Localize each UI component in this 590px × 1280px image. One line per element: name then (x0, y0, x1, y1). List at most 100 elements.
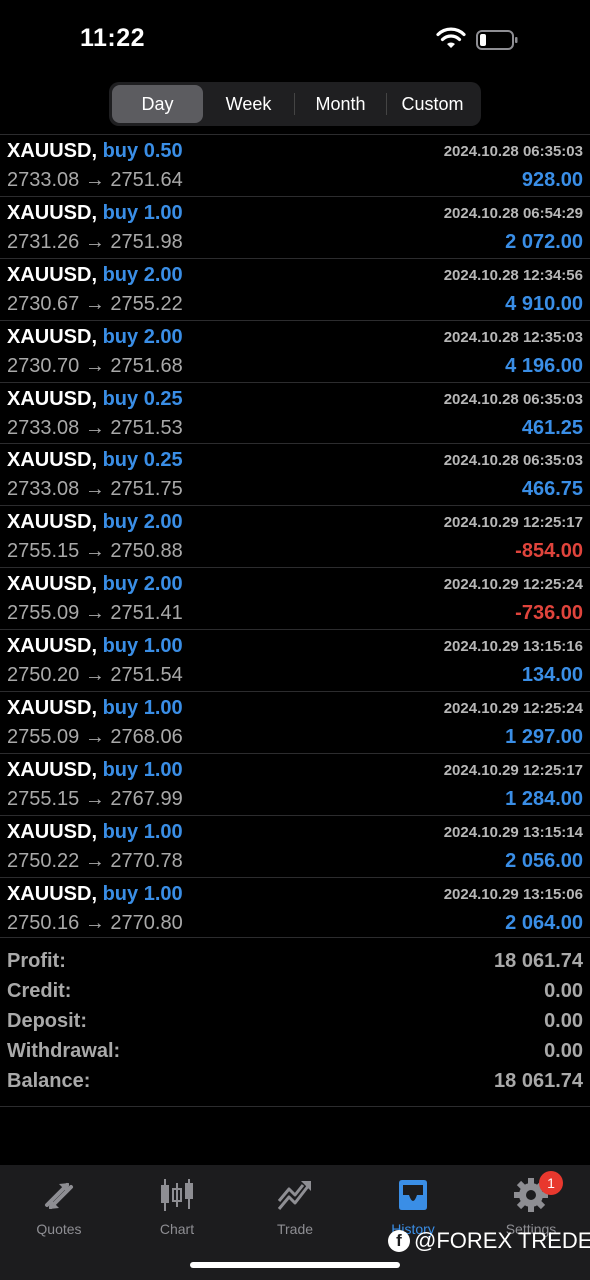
deal-symbol: XAUUSD, (7, 201, 98, 224)
deal-row[interactable]: XAUUSD, buy 1.00 2024.10.29 13:15:06 275… (0, 876, 590, 939)
battery-icon (476, 30, 518, 50)
deal-row[interactable]: XAUUSD, buy 2.00 2024.10.28 12:34:56 273… (0, 257, 590, 320)
deal-row[interactable]: XAUUSD, buy 0.25 2024.10.28 06:35:03 273… (0, 443, 590, 505)
deal-profit: -736.00 (515, 602, 583, 625)
wifi-icon (436, 27, 466, 48)
deal-prices: 2750.16 → 2770.80 (7, 911, 183, 934)
summary-value: 0.00 (544, 1040, 583, 1063)
deal-profit: -854.00 (515, 540, 583, 563)
deal-symbol: XAUUSD, (7, 263, 98, 286)
deal-side: buy 2.00 (102, 325, 183, 348)
summary-profit-row: Profit: 18 061.74 (0, 946, 590, 976)
deal-symbol: XAUUSD, (7, 758, 98, 781)
deal-symbol: XAUUSD, (7, 449, 98, 472)
summary-label: Deposit: (7, 1009, 87, 1032)
summary-label: Balance: (7, 1070, 91, 1093)
deal-row[interactable]: XAUUSD, buy 1.00 2024.10.29 13:15:16 275… (0, 629, 590, 691)
chart-icon (161, 1179, 193, 1211)
deal-time: 2024.10.29 13:15:14 (443, 823, 583, 841)
history-icon (399, 1180, 427, 1210)
trade-icon (277, 1181, 311, 1210)
summary-withdrawal-row: Withdrawal: 0.00 (0, 1037, 590, 1067)
deal-time: 2024.10.28 12:34:56 (443, 266, 583, 284)
tab-quotes[interactable]: Quotes (0, 1165, 118, 1280)
deal-side: buy 1.00 (102, 697, 183, 720)
tab-month[interactable]: Month (295, 85, 386, 123)
deal-side: buy 1.00 (102, 820, 183, 843)
deal-symbol: XAUUSD, (7, 820, 98, 843)
summary-value: 0.00 (544, 979, 583, 1002)
deal-time: 2024.10.29 12:25:17 (443, 761, 583, 779)
deal-row[interactable]: XAUUSD, buy 0.50 2024.10.28 06:35:03 273… (0, 134, 590, 196)
deal-time: 2024.10.28 06:35:03 (443, 390, 583, 408)
deal-prices: 2755.09 → 2751.41 (7, 602, 183, 625)
tab-label: Quotes (36, 1221, 82, 1237)
summary-value: 18 061.74 (494, 1070, 583, 1093)
deal-profit: 461.25 (521, 416, 583, 439)
summary-credit-row: Credit: 0.00 (0, 976, 590, 1006)
deal-time: 2024.10.29 13:15:06 (443, 885, 583, 903)
deal-prices: 2755.15 → 2767.99 (7, 787, 183, 810)
summary-value: 0.00 (544, 1009, 583, 1032)
deal-prices: 2733.08 → 2751.75 (7, 478, 183, 501)
tab-week[interactable]: Week (203, 85, 294, 123)
deal-symbol: XAUUSD, (7, 573, 98, 596)
deal-prices: 2750.20 → 2751.54 (7, 664, 183, 687)
deal-prices: 2730.70 → 2751.68 (7, 354, 183, 377)
deal-row[interactable]: XAUUSD, buy 1.00 2024.10.29 13:15:14 275… (0, 814, 590, 877)
deal-profit: 466.75 (521, 478, 583, 501)
deal-profit: 2 064.00 (505, 911, 583, 934)
deal-row[interactable]: XAUUSD, buy 2.00 2024.10.29 12:25:17 275… (0, 505, 590, 567)
deal-prices: 2731.26 → 2751.98 (7, 230, 183, 253)
deal-prices: 2750.22 → 2770.78 (7, 849, 183, 872)
deal-time: 2024.10.28 06:35:03 (443, 452, 583, 470)
deal-row[interactable]: XAUUSD, buy 1.00 2024.10.29 12:25:24 275… (0, 691, 590, 753)
deal-side: buy 1.00 (102, 201, 183, 224)
tab-day[interactable]: Day (112, 85, 203, 123)
deal-time: 2024.10.28 06:54:29 (443, 204, 583, 222)
deal-prices: 2733.08 → 2751.53 (7, 416, 183, 439)
deal-symbol: XAUUSD, (7, 140, 98, 162)
deal-side: buy 0.25 (102, 387, 183, 410)
tab-settings[interactable]: Settings 1 (472, 1165, 590, 1280)
summary-balance-row: Balance: 18 061.74 (0, 1067, 590, 1097)
watermark-text: @FOREX TREDER (414, 1228, 590, 1253)
period-segmented-control: Day Week Month Custom (109, 82, 481, 126)
deal-symbol: XAUUSD, (7, 635, 98, 658)
quotes-icon (45, 1183, 73, 1209)
deal-side: buy 0.25 (102, 449, 183, 472)
deal-profit: 928.00 (521, 169, 583, 191)
deal-prices: 2730.67 → 2755.22 (7, 292, 183, 315)
tab-label: Chart (159, 1221, 195, 1237)
tab-label: Trade (276, 1221, 314, 1237)
deal-row[interactable]: XAUUSD, buy 1.00 2024.10.28 06:54:29 273… (0, 195, 590, 258)
facebook-icon: f (388, 1230, 410, 1252)
tab-custom[interactable]: Custom (387, 85, 478, 123)
deal-profit: 2 056.00 (505, 849, 583, 872)
account-summary: Profit: 18 061.74 Credit: 0.00 Deposit: … (0, 937, 590, 1107)
deal-profit: 1 297.00 (505, 726, 583, 749)
deal-side: buy 1.00 (102, 882, 183, 905)
deal-time: 2024.10.29 12:25:17 (443, 514, 583, 532)
deal-time: 2024.10.28 12:35:03 (443, 328, 583, 346)
deal-symbol: XAUUSD, (7, 697, 98, 720)
deal-symbol: XAUUSD, (7, 511, 98, 534)
deal-row[interactable]: XAUUSD, buy 1.00 2024.10.29 12:25:17 275… (0, 752, 590, 815)
deal-prices: 2755.09 → 2768.06 (7, 726, 183, 749)
deal-side: buy 2.00 (102, 573, 183, 596)
deal-profit: 2 072.00 (505, 230, 583, 253)
deal-profit: 1 284.00 (505, 787, 583, 810)
deal-side: buy 2.00 (102, 511, 183, 534)
deal-side: buy 0.50 (102, 140, 183, 162)
deal-symbol: XAUUSD, (7, 882, 98, 905)
deal-row[interactable]: XAUUSD, buy 2.00 2024.10.29 12:25:24 275… (0, 567, 590, 629)
status-bar: 11:22 (0, 0, 590, 80)
deal-side: buy 1.00 (102, 758, 183, 781)
deal-symbol: XAUUSD, (7, 387, 98, 410)
deal-row[interactable]: XAUUSD, buy 0.25 2024.10.28 06:35:03 273… (0, 381, 590, 444)
status-time: 11:22 (80, 24, 146, 52)
summary-label: Profit: (7, 949, 66, 972)
deal-time: 2024.10.29 12:25:24 (443, 576, 583, 594)
deal-row[interactable]: XAUUSD, buy 2.00 2024.10.28 12:35:03 273… (0, 319, 590, 382)
deal-profit: 4 910.00 (505, 292, 583, 315)
